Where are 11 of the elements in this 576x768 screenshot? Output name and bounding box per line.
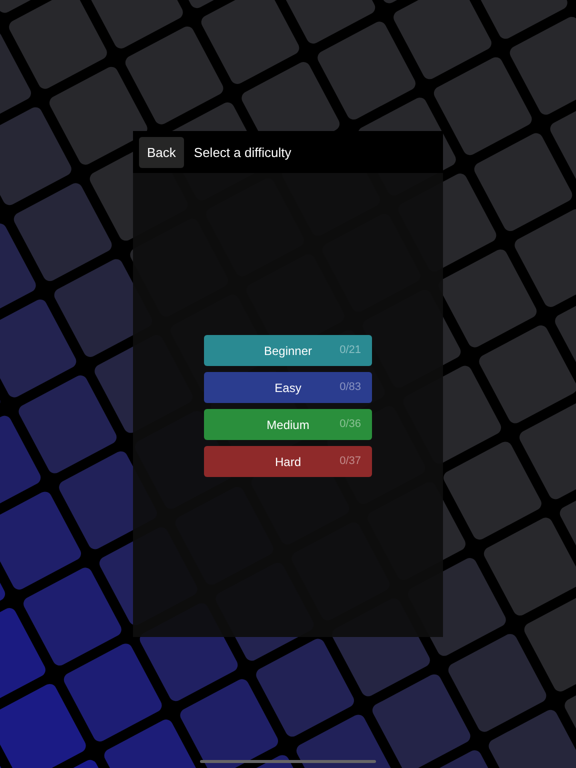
back-button[interactable]: Back bbox=[139, 136, 184, 168]
home-indicator[interactable] bbox=[200, 760, 376, 763]
progress-count: 0/36 bbox=[340, 418, 361, 430]
difficulty-button[interactable]: Hard 0/37 bbox=[204, 446, 372, 477]
progress-count: 0/83 bbox=[340, 381, 361, 393]
progress-count: 0/21 bbox=[340, 344, 361, 356]
header-title: Select a difficulty bbox=[194, 144, 292, 160]
difficulty-button[interactable]: Medium 0/36 bbox=[204, 409, 372, 440]
difficulty-button[interactable]: Easy 0/83 bbox=[204, 372, 372, 403]
progress-count: 0/37 bbox=[340, 455, 361, 467]
difficulty-button[interactable]: Beginner 0/21 bbox=[204, 335, 372, 366]
